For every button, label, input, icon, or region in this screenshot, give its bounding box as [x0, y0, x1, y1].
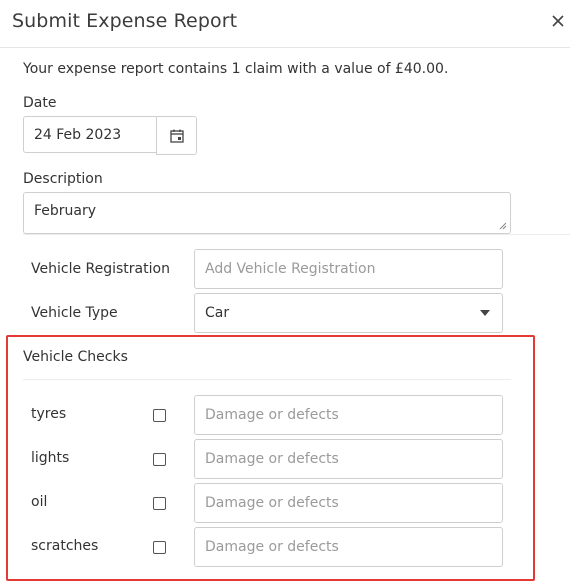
- dialog-title: Submit Expense Report: [12, 10, 238, 32]
- close-icon[interactable]: [549, 12, 567, 30]
- vehicle-type-label: Vehicle Type: [31, 305, 118, 321]
- check-checkbox-tyres[interactable]: [153, 409, 166, 422]
- vehicle-registration-input[interactable]: Add Vehicle Registration: [194, 249, 503, 289]
- check-checkbox-oil[interactable]: [153, 497, 166, 510]
- calendar-icon: [169, 129, 184, 143]
- vehicle-type-value: Car: [205, 305, 230, 321]
- section-divider: [23, 234, 570, 235]
- date-picker-button[interactable]: [156, 116, 197, 155]
- vehicle-registration-placeholder: Add Vehicle Registration: [205, 261, 376, 277]
- vehicle-checks-title: Vehicle Checks: [23, 349, 128, 365]
- chevron-down-icon: [480, 310, 490, 316]
- check-input-tyres[interactable]: Damage or defects: [194, 395, 503, 435]
- check-placeholder: Damage or defects: [205, 495, 339, 511]
- check-label-oil: oil: [31, 494, 48, 510]
- header-divider: [0, 47, 570, 48]
- check-label-tyres: tyres: [31, 406, 67, 422]
- vehicle-registration-label: Vehicle Registration: [31, 261, 170, 277]
- check-placeholder: Damage or defects: [205, 451, 339, 467]
- check-label-lights: lights: [31, 450, 70, 466]
- description-textarea[interactable]: February: [23, 192, 511, 234]
- check-checkbox-lights[interactable]: [153, 453, 166, 466]
- check-label-scratches: scratches: [31, 538, 99, 554]
- date-input[interactable]: 24 Feb 2023: [23, 116, 156, 153]
- description-label: Description: [23, 171, 103, 187]
- check-placeholder: Damage or defects: [205, 407, 339, 423]
- resize-handle-icon[interactable]: [499, 222, 507, 230]
- vehicle-type-select[interactable]: Car: [194, 293, 503, 333]
- description-value: February: [34, 203, 97, 219]
- check-input-scratches[interactable]: Damage or defects: [194, 527, 503, 567]
- check-placeholder: Damage or defects: [205, 539, 339, 555]
- check-input-oil[interactable]: Damage or defects: [194, 483, 503, 523]
- check-checkbox-scratches[interactable]: [153, 541, 166, 554]
- report-summary: Your expense report contains 1 claim wit…: [23, 61, 449, 77]
- vehicle-checks-divider: [23, 379, 511, 380]
- check-input-lights[interactable]: Damage or defects: [194, 439, 503, 479]
- date-label: Date: [23, 95, 57, 111]
